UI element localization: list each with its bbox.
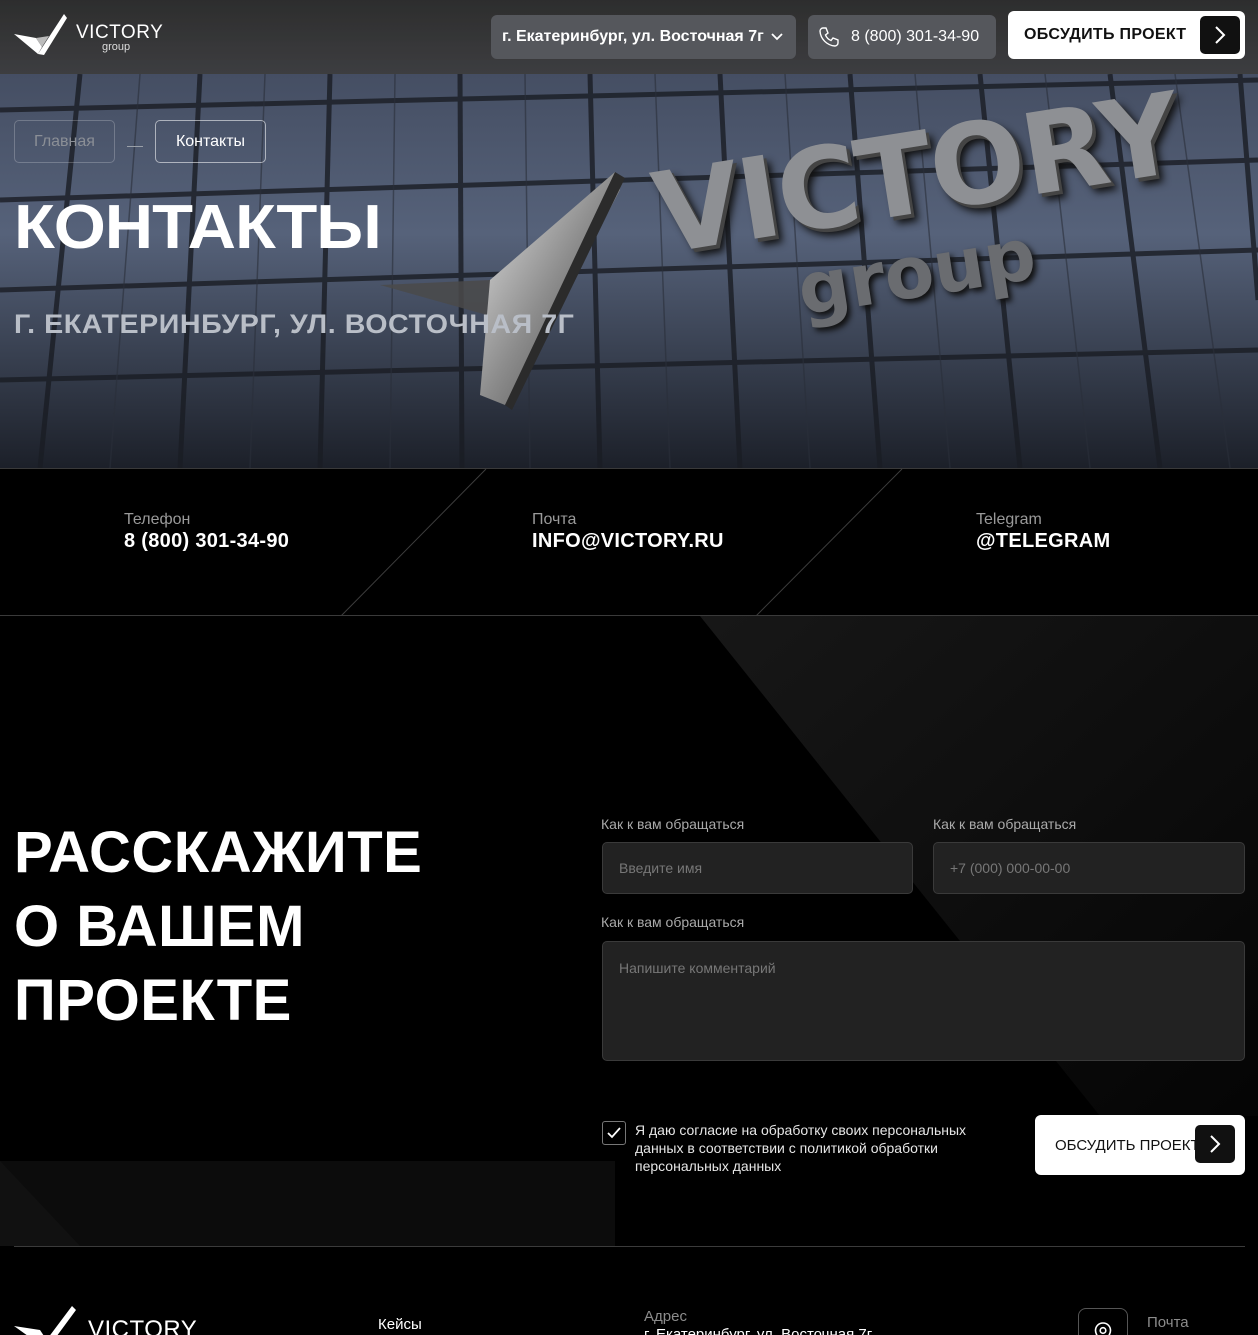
form-title-line: РАССКАЖИТЕ bbox=[14, 820, 423, 885]
city-select-value: г. Екатеринбург, ул. Восточная 7г bbox=[502, 28, 764, 45]
contact-telegram: Telegram @TELEGRAM bbox=[976, 511, 1110, 553]
project-form-section: РАССКАЖИТЕ О ВАШЕМ ПРОЕКТЕ Как к вам обр… bbox=[0, 616, 1258, 1246]
footer-link-cases[interactable]: Кейсы bbox=[378, 1316, 422, 1333]
consent-checkbox[interactable] bbox=[602, 1121, 626, 1145]
footer-logo-wordmark: VICTORY bbox=[88, 1316, 198, 1335]
breadcrumb-separator bbox=[127, 146, 143, 147]
phone-icon bbox=[819, 27, 839, 47]
footer-mail-label: Почта bbox=[1147, 1314, 1189, 1331]
contact-phone: Телефон 8 (800) 301-34-90 bbox=[124, 511, 289, 553]
contact-phone-label: Телефон bbox=[124, 511, 191, 528]
comment-textarea[interactable]: Напишите комментарий bbox=[602, 941, 1245, 1061]
hero-address: Г. ЕКАТЕРИНБУРГ, УЛ. ВОСТОЧНАЯ 7Г bbox=[14, 309, 575, 339]
phone-field-label: Как к вам обращаться bbox=[933, 816, 1077, 832]
form-title: РАССКАЖИТЕ О ВАШЕМ ПРОЕКТЕ bbox=[14, 816, 422, 1038]
site-header: VICTORY group г. Екатеринбург, ул. Восто… bbox=[0, 0, 1258, 74]
chevron-down-icon bbox=[771, 33, 783, 41]
contact-telegram-value[interactable]: @TELEGRAM bbox=[976, 529, 1110, 553]
footer-address: г. Екатеринбург, ул. Восточная 7г bbox=[644, 1326, 873, 1335]
arrow-box bbox=[1200, 16, 1240, 54]
name-input[interactable]: Введите имя bbox=[602, 842, 913, 894]
page-title: КОНТАКТЫ bbox=[14, 193, 382, 262]
consent-text: Я даю согласие на обработку своих персон… bbox=[635, 1122, 967, 1174]
header-phone-button[interactable]: 8 (800) 301-34-90 bbox=[808, 15, 996, 59]
form-title-line: О ВАШЕМ bbox=[14, 894, 305, 959]
name-field-label: Как к вам обращаться bbox=[601, 816, 745, 832]
contact-email: Почта INFO@VICTORY.RU bbox=[532, 511, 724, 553]
chevron-right-icon bbox=[1210, 1135, 1221, 1153]
victory-logo-icon bbox=[14, 1306, 76, 1335]
footer-logo[interactable]: VICTORY bbox=[14, 1306, 214, 1335]
footer-divider bbox=[14, 1246, 1245, 1247]
header-discuss-project-button[interactable]: ОБСУДИТЬ ПРОЕКТ bbox=[1008, 11, 1245, 59]
breadcrumb-current[interactable]: Контакты bbox=[155, 120, 266, 163]
footer-address-label: Адрес bbox=[644, 1308, 687, 1325]
arrow-box bbox=[1195, 1125, 1235, 1163]
contact-phone-value[interactable]: 8 (800) 301-34-90 bbox=[124, 529, 289, 553]
city-select[interactable]: г. Екатеринбург, ул. Восточная 7г bbox=[491, 15, 796, 59]
form-title-line: ПРОЕКТЕ bbox=[14, 968, 292, 1033]
header-phone-number: 8 (800) 301-34-90 bbox=[851, 28, 980, 45]
victory-logo-icon bbox=[14, 14, 67, 55]
contacts-strip: Телефон 8 (800) 301-34-90 Почта INFO@VIC… bbox=[0, 468, 1258, 617]
logo-subtitle: group bbox=[102, 41, 131, 53]
check-icon bbox=[607, 1127, 621, 1139]
submit-label: ОБСУДИТЬ ПРОЕКТ bbox=[1055, 1136, 1200, 1154]
chevron-right-icon bbox=[1215, 26, 1226, 44]
contact-telegram-label: Telegram bbox=[976, 511, 1042, 528]
footer-location-button[interactable] bbox=[1078, 1308, 1128, 1335]
location-pin-icon bbox=[1094, 1322, 1112, 1335]
site-footer: VICTORY Кейсы Адрес г. Екатеринбург, ул.… bbox=[0, 1246, 1258, 1335]
header-cta-label: ОБСУДИТЬ ПРОЕКТ bbox=[1024, 26, 1187, 43]
contact-email-value[interactable]: INFO@VICTORY.RU bbox=[532, 529, 724, 553]
submit-discuss-project-button[interactable]: ОБСУДИТЬ ПРОЕКТ bbox=[1035, 1115, 1245, 1175]
contact-email-label: Почта bbox=[532, 511, 577, 528]
breadcrumb-home[interactable]: Главная bbox=[14, 120, 115, 163]
header-logo[interactable]: VICTORY group bbox=[14, 14, 174, 58]
comment-field-label: Как к вам обращаться bbox=[601, 914, 745, 930]
phone-input[interactable]: +7 (000) 000-00-00 bbox=[933, 842, 1245, 894]
